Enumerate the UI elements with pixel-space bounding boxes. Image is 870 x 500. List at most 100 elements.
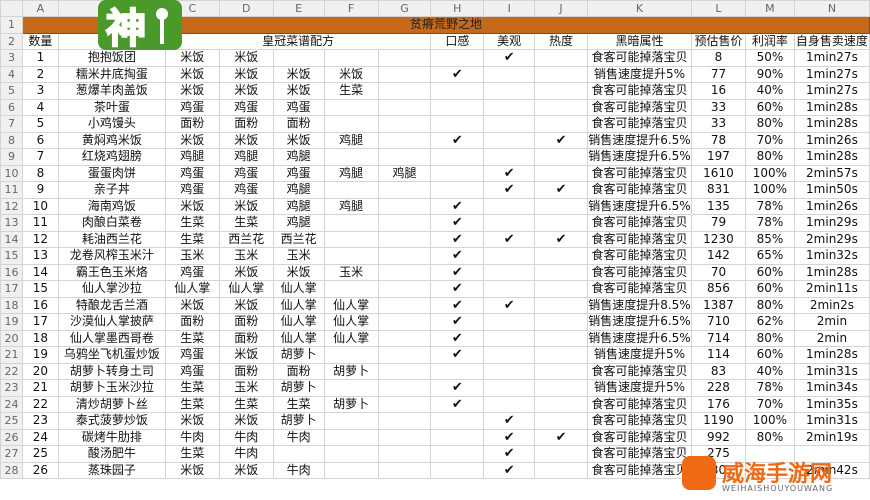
ingredient-cell[interactable]: 米饭 (164, 412, 220, 430)
taste-check-cell[interactable]: ✔ (430, 65, 485, 83)
look-check-cell[interactable]: ✔ (483, 412, 536, 430)
heat-check-cell[interactable] (534, 296, 588, 314)
row-header[interactable]: 21 (0, 346, 23, 364)
price-cell[interactable]: 1387 (690, 296, 746, 314)
ingredient-cell[interactable] (377, 280, 432, 298)
dish-name-cell[interactable]: 仙人掌墨西哥卷 (57, 329, 166, 347)
ingredient-cell[interactable] (323, 247, 379, 265)
taste-check-cell[interactable]: ✔ (430, 197, 485, 215)
ingredient-cell[interactable] (377, 65, 432, 83)
column-header[interactable]: E (272, 0, 325, 17)
look-check-cell[interactable] (483, 115, 536, 133)
sell-speed-cell[interactable]: 2min (793, 313, 870, 331)
ingredient-cell[interactable] (323, 148, 379, 166)
table-row[interactable]: 16 14 霸王色玉米烙 鸡蛋 米饭 米饭 玉米 ✔ 食客可能掉落宝贝 70 60% 1min28s (0, 263, 870, 281)
taste-check-cell[interactable]: ✔ (430, 329, 485, 347)
ingredient-cell[interactable] (323, 346, 379, 364)
ingredient-cell[interactable]: 牛肉 (272, 461, 325, 479)
taste-check-cell[interactable]: ✔ (430, 263, 485, 281)
sell-speed-cell[interactable]: 1min35s (793, 395, 870, 413)
dark-attribute-cell[interactable]: 销售速度提升5% (586, 65, 692, 83)
ingredient-cell[interactable]: 胡萝卜 (272, 346, 325, 364)
ingredient-cell[interactable] (377, 296, 432, 314)
ingredient-cell[interactable]: 牛肉 (164, 428, 220, 446)
taste-check-cell[interactable] (430, 49, 485, 67)
ingredient-cell[interactable]: 鸡腿 (272, 214, 325, 232)
margin-cell[interactable]: 80% (744, 296, 795, 314)
ingredient-cell[interactable] (323, 230, 379, 248)
taste-check-cell[interactable] (430, 115, 485, 133)
ingredient-cell[interactable]: 鸡蛋 (218, 181, 274, 199)
look-check-cell[interactable] (483, 346, 536, 364)
ingredient-cell[interactable]: 生菜 (272, 395, 325, 413)
dish-name-cell[interactable]: 霸王色玉米烙 (57, 263, 166, 281)
row-header[interactable]: 20 (0, 329, 23, 347)
taste-check-cell[interactable] (430, 362, 485, 380)
ingredient-cell[interactable]: 鸡蛋 (164, 181, 220, 199)
sell-speed-cell[interactable]: 1min50s (793, 181, 870, 199)
ingredient-cell[interactable]: 鸡蛋 (218, 164, 274, 182)
count-cell[interactable]: 14 (21, 263, 59, 281)
ingredient-cell[interactable]: 米饭 (323, 65, 379, 83)
ingredient-cell[interactable]: 西兰花 (218, 230, 274, 248)
ingredient-cell[interactable]: 仙人掌 (272, 296, 325, 314)
row-header[interactable]: 26 (0, 428, 23, 446)
row-header[interactable]: 6 (0, 98, 23, 116)
look-check-cell[interactable]: ✔ (483, 230, 536, 248)
ingredient-cell[interactable] (377, 214, 432, 232)
ingredient-cell[interactable]: 仙人掌 (218, 280, 274, 298)
margin-cell[interactable]: 80% (744, 428, 795, 446)
sell-speed-cell[interactable]: 2min (793, 329, 870, 347)
taste-check-cell[interactable] (430, 445, 485, 463)
ingredient-cell[interactable] (377, 131, 432, 149)
margin-cell[interactable]: 100% (744, 164, 795, 182)
count-cell[interactable]: 11 (21, 214, 59, 232)
count-cell[interactable]: 23 (21, 412, 59, 430)
table-row[interactable]: 18 16 特酿龙舌兰酒 米饭 米饭 仙人掌 仙人掌 ✔ ✔ 销售速度提升8.5% 1387 80% 2… (0, 296, 870, 314)
dark-attribute-cell[interactable]: 销售速度提升6.5% (586, 131, 692, 149)
table-row[interactable]: 24 22 清炒胡萝卜丝 生菜 生菜 生菜 胡萝卜 ✔ 食客可能掉落宝贝 176 70% 1min35… (0, 395, 870, 413)
ingredient-cell[interactable]: 玉米 (323, 263, 379, 281)
ingredient-cell[interactable]: 米饭 (272, 263, 325, 281)
ingredient-cell[interactable] (323, 115, 379, 133)
row-header[interactable]: 18 (0, 296, 23, 314)
dish-name-cell[interactable]: 胡萝卜转身土司 (57, 362, 166, 380)
ingredient-cell[interactable]: 玉米 (164, 247, 220, 265)
sell-speed-cell[interactable]: 1min27s (793, 82, 870, 100)
table-row[interactable]: 12 10 海南鸡饭 米饭 米饭 鸡腿 鸡腿 ✔ 销售速度提升6.5% 135 78% 1min26s (0, 197, 870, 215)
row-header[interactable]: 1 (0, 16, 23, 34)
ingredient-cell[interactable]: 鸡腿 (272, 197, 325, 215)
margin-cell[interactable]: 40% (744, 82, 795, 100)
margin-cell[interactable]: 60% (744, 263, 795, 281)
look-check-cell[interactable] (483, 263, 536, 281)
count-cell[interactable]: 9 (21, 181, 59, 199)
dark-attribute-cell[interactable]: 食客可能掉落宝贝 (586, 280, 692, 298)
margin-cell[interactable]: 70% (744, 131, 795, 149)
price-cell[interactable]: 8 (690, 49, 746, 67)
look-check-cell[interactable]: ✔ (483, 461, 536, 479)
taste-check-cell[interactable] (430, 98, 485, 116)
ingredient-cell[interactable] (377, 49, 432, 67)
ingredient-cell[interactable]: 鸡蛋 (164, 98, 220, 116)
heat-check-cell[interactable] (534, 98, 588, 116)
taste-check-cell[interactable]: ✔ (430, 296, 485, 314)
look-check-cell[interactable] (483, 280, 536, 298)
dish-name-cell[interactable]: 酸汤肥牛 (57, 445, 166, 463)
margin-cell[interactable]: 40% (744, 362, 795, 380)
taste-check-cell[interactable]: ✔ (430, 214, 485, 232)
ingredient-cell[interactable] (323, 461, 379, 479)
table-row[interactable]: 5 3 葱爆羊肉盖饭 米饭 米饭 米饭 生菜 食客可能掉落宝贝 16 40% 1min27s (0, 82, 870, 100)
ingredient-cell[interactable] (323, 428, 379, 446)
dish-name-cell[interactable]: 清炒胡萝卜丝 (57, 395, 166, 413)
ingredient-cell[interactable]: 生菜 (218, 214, 274, 232)
ingredient-cell[interactable]: 生菜 (164, 395, 220, 413)
row-header[interactable]: 24 (0, 395, 23, 413)
heat-check-cell[interactable] (534, 214, 588, 232)
sell-speed-cell[interactable]: 1min28s (793, 115, 870, 133)
ingredient-cell[interactable]: 仙人掌 (323, 313, 379, 331)
price-cell[interactable]: 831 (690, 181, 746, 199)
ingredient-cell[interactable]: 生菜 (164, 214, 220, 232)
look-check-cell[interactable]: ✔ (483, 296, 536, 314)
price-cell[interactable]: 1190 (690, 412, 746, 430)
sell-speed-cell[interactable]: 1min27s (793, 65, 870, 83)
